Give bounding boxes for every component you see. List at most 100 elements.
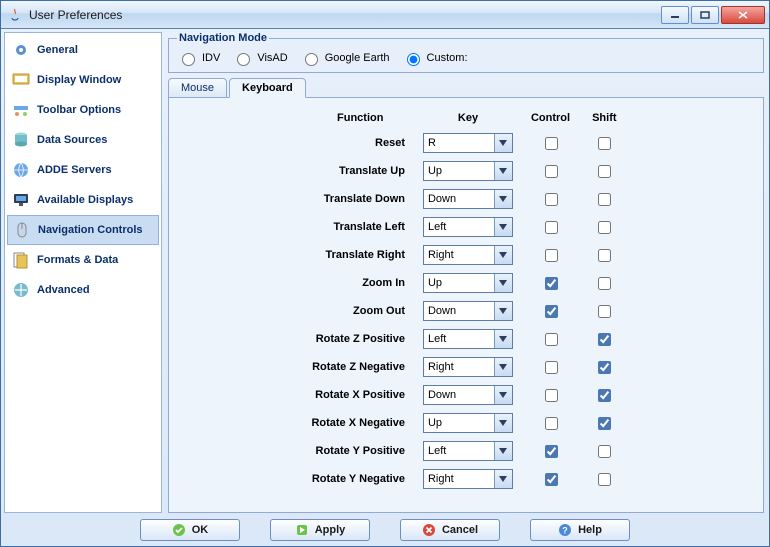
shift-checkbox[interactable] [598,193,611,206]
chevron-down-icon[interactable] [494,442,512,460]
control-checkbox[interactable] [545,221,558,234]
shift-checkbox[interactable] [598,333,611,346]
apply-button[interactable]: Apply [270,519,370,541]
nav-mode-option-custom[interactable]: Custom: [402,50,468,66]
shift-checkbox[interactable] [598,417,611,430]
control-checkbox[interactable] [545,473,558,486]
key-combo[interactable]: Down [423,189,513,209]
sidebar-item-formats-data[interactable]: Formats & Data [5,245,161,275]
chevron-down-icon[interactable] [494,190,512,208]
help-icon: ? [558,523,572,537]
key-combo[interactable]: Down [423,385,513,405]
window-title: User Preferences [29,8,122,22]
sidebar-item-data-sources[interactable]: Data Sources [5,125,161,155]
nav-mode-option-google-earth[interactable]: Google Earth [300,50,390,66]
chevron-down-icon[interactable] [494,302,512,320]
table-row: Zoom InUp [305,270,626,296]
control-checkbox[interactable] [545,165,558,178]
key-combo-value: Up [424,162,494,180]
key-combo[interactable]: Down [423,301,513,321]
sidebar-item-advanced[interactable]: Advanced [5,275,161,305]
sidebar-item-adde-servers[interactable]: ADDE Servers [5,155,161,185]
control-checkbox[interactable] [545,137,558,150]
key-combo[interactable]: Up [423,273,513,293]
header-shift: Shift [582,108,626,128]
control-checkbox[interactable] [545,389,558,402]
nav-mode-option-visad[interactable]: VisAD [232,50,287,66]
shift-checkbox[interactable] [598,249,611,262]
control-checkbox[interactable] [545,361,558,374]
ok-button[interactable]: OK [140,519,240,541]
nav-mode-radio[interactable] [305,53,318,66]
mouse-icon [12,220,32,240]
control-checkbox[interactable] [545,417,558,430]
key-combo[interactable]: Right [423,245,513,265]
close-button[interactable] [721,6,765,24]
shift-checkbox[interactable] [598,277,611,290]
sidebar-item-toolbar-options[interactable]: Toolbar Options [5,95,161,125]
shift-checkbox[interactable] [598,361,611,374]
sidebar-item-general[interactable]: General [5,35,161,65]
cancel-button[interactable]: Cancel [400,519,500,541]
control-checkbox[interactable] [545,333,558,346]
function-label: Rotate Y Positive [305,438,415,464]
key-combo[interactable]: Up [423,161,513,181]
tab-keyboard[interactable]: Keyboard [229,78,306,98]
table-row: Zoom OutDown [305,298,626,324]
key-combo[interactable]: Up [423,413,513,433]
control-checkbox[interactable] [545,249,558,262]
control-checkbox[interactable] [545,277,558,290]
key-combo-value: Up [424,414,494,432]
key-combo[interactable]: Left [423,329,513,349]
chevron-down-icon[interactable] [494,330,512,348]
shift-checkbox[interactable] [598,473,611,486]
toolbar-icon [11,100,31,120]
nav-mode-radio[interactable] [182,53,195,66]
function-label: Rotate Z Negative [305,354,415,380]
chevron-down-icon[interactable] [494,274,512,292]
key-combo[interactable]: Left [423,441,513,461]
key-combo[interactable]: Right [423,357,513,377]
function-table: Function Key Control Shift ResetRTransla… [303,106,628,494]
sidebar-item-available-displays[interactable]: Available Displays [5,185,161,215]
navigation-mode-group: Navigation Mode IDVVisADGoogle EarthCust… [168,32,764,73]
minimize-button[interactable] [661,6,689,24]
table-row: Rotate Y NegativeRight [305,466,626,492]
table-row: Rotate X NegativeUp [305,410,626,436]
chevron-down-icon[interactable] [494,134,512,152]
sidebar-item-navigation-controls[interactable]: Navigation Controls [7,215,159,245]
sidebar-item-label: Advanced [37,284,90,296]
control-checkbox[interactable] [545,445,558,458]
chevron-down-icon[interactable] [494,246,512,264]
nav-mode-option-idv[interactable]: IDV [177,50,220,66]
control-checkbox[interactable] [545,305,558,318]
chevron-down-icon[interactable] [494,358,512,376]
nav-mode-option-label: Custom: [427,52,468,64]
shift-checkbox[interactable] [598,389,611,402]
key-combo[interactable]: R [423,133,513,153]
chevron-down-icon[interactable] [494,162,512,180]
sidebar-item-display-window[interactable]: Display Window [5,65,161,95]
chevron-down-icon[interactable] [494,414,512,432]
table-row: Translate DownDown [305,186,626,212]
key-combo[interactable]: Left [423,217,513,237]
maximize-button[interactable] [691,6,719,24]
tab-mouse[interactable]: Mouse [168,78,227,98]
sidebar-item-label: ADDE Servers [37,164,112,176]
control-checkbox[interactable] [545,193,558,206]
chevron-down-icon[interactable] [494,218,512,236]
shift-checkbox[interactable] [598,165,611,178]
shift-checkbox[interactable] [598,137,611,150]
nav-mode-radio[interactable] [407,53,420,66]
function-label: Translate Right [305,242,415,268]
nav-mode-radio[interactable] [237,53,250,66]
key-combo[interactable]: Right [423,469,513,489]
shift-checkbox[interactable] [598,221,611,234]
help-button[interactable]: ? Help [530,519,630,541]
shift-checkbox[interactable] [598,305,611,318]
chevron-down-icon[interactable] [494,386,512,404]
shift-checkbox[interactable] [598,445,611,458]
gear-icon [11,40,31,60]
chevron-down-icon[interactable] [494,470,512,488]
function-label: Rotate X Positive [305,382,415,408]
